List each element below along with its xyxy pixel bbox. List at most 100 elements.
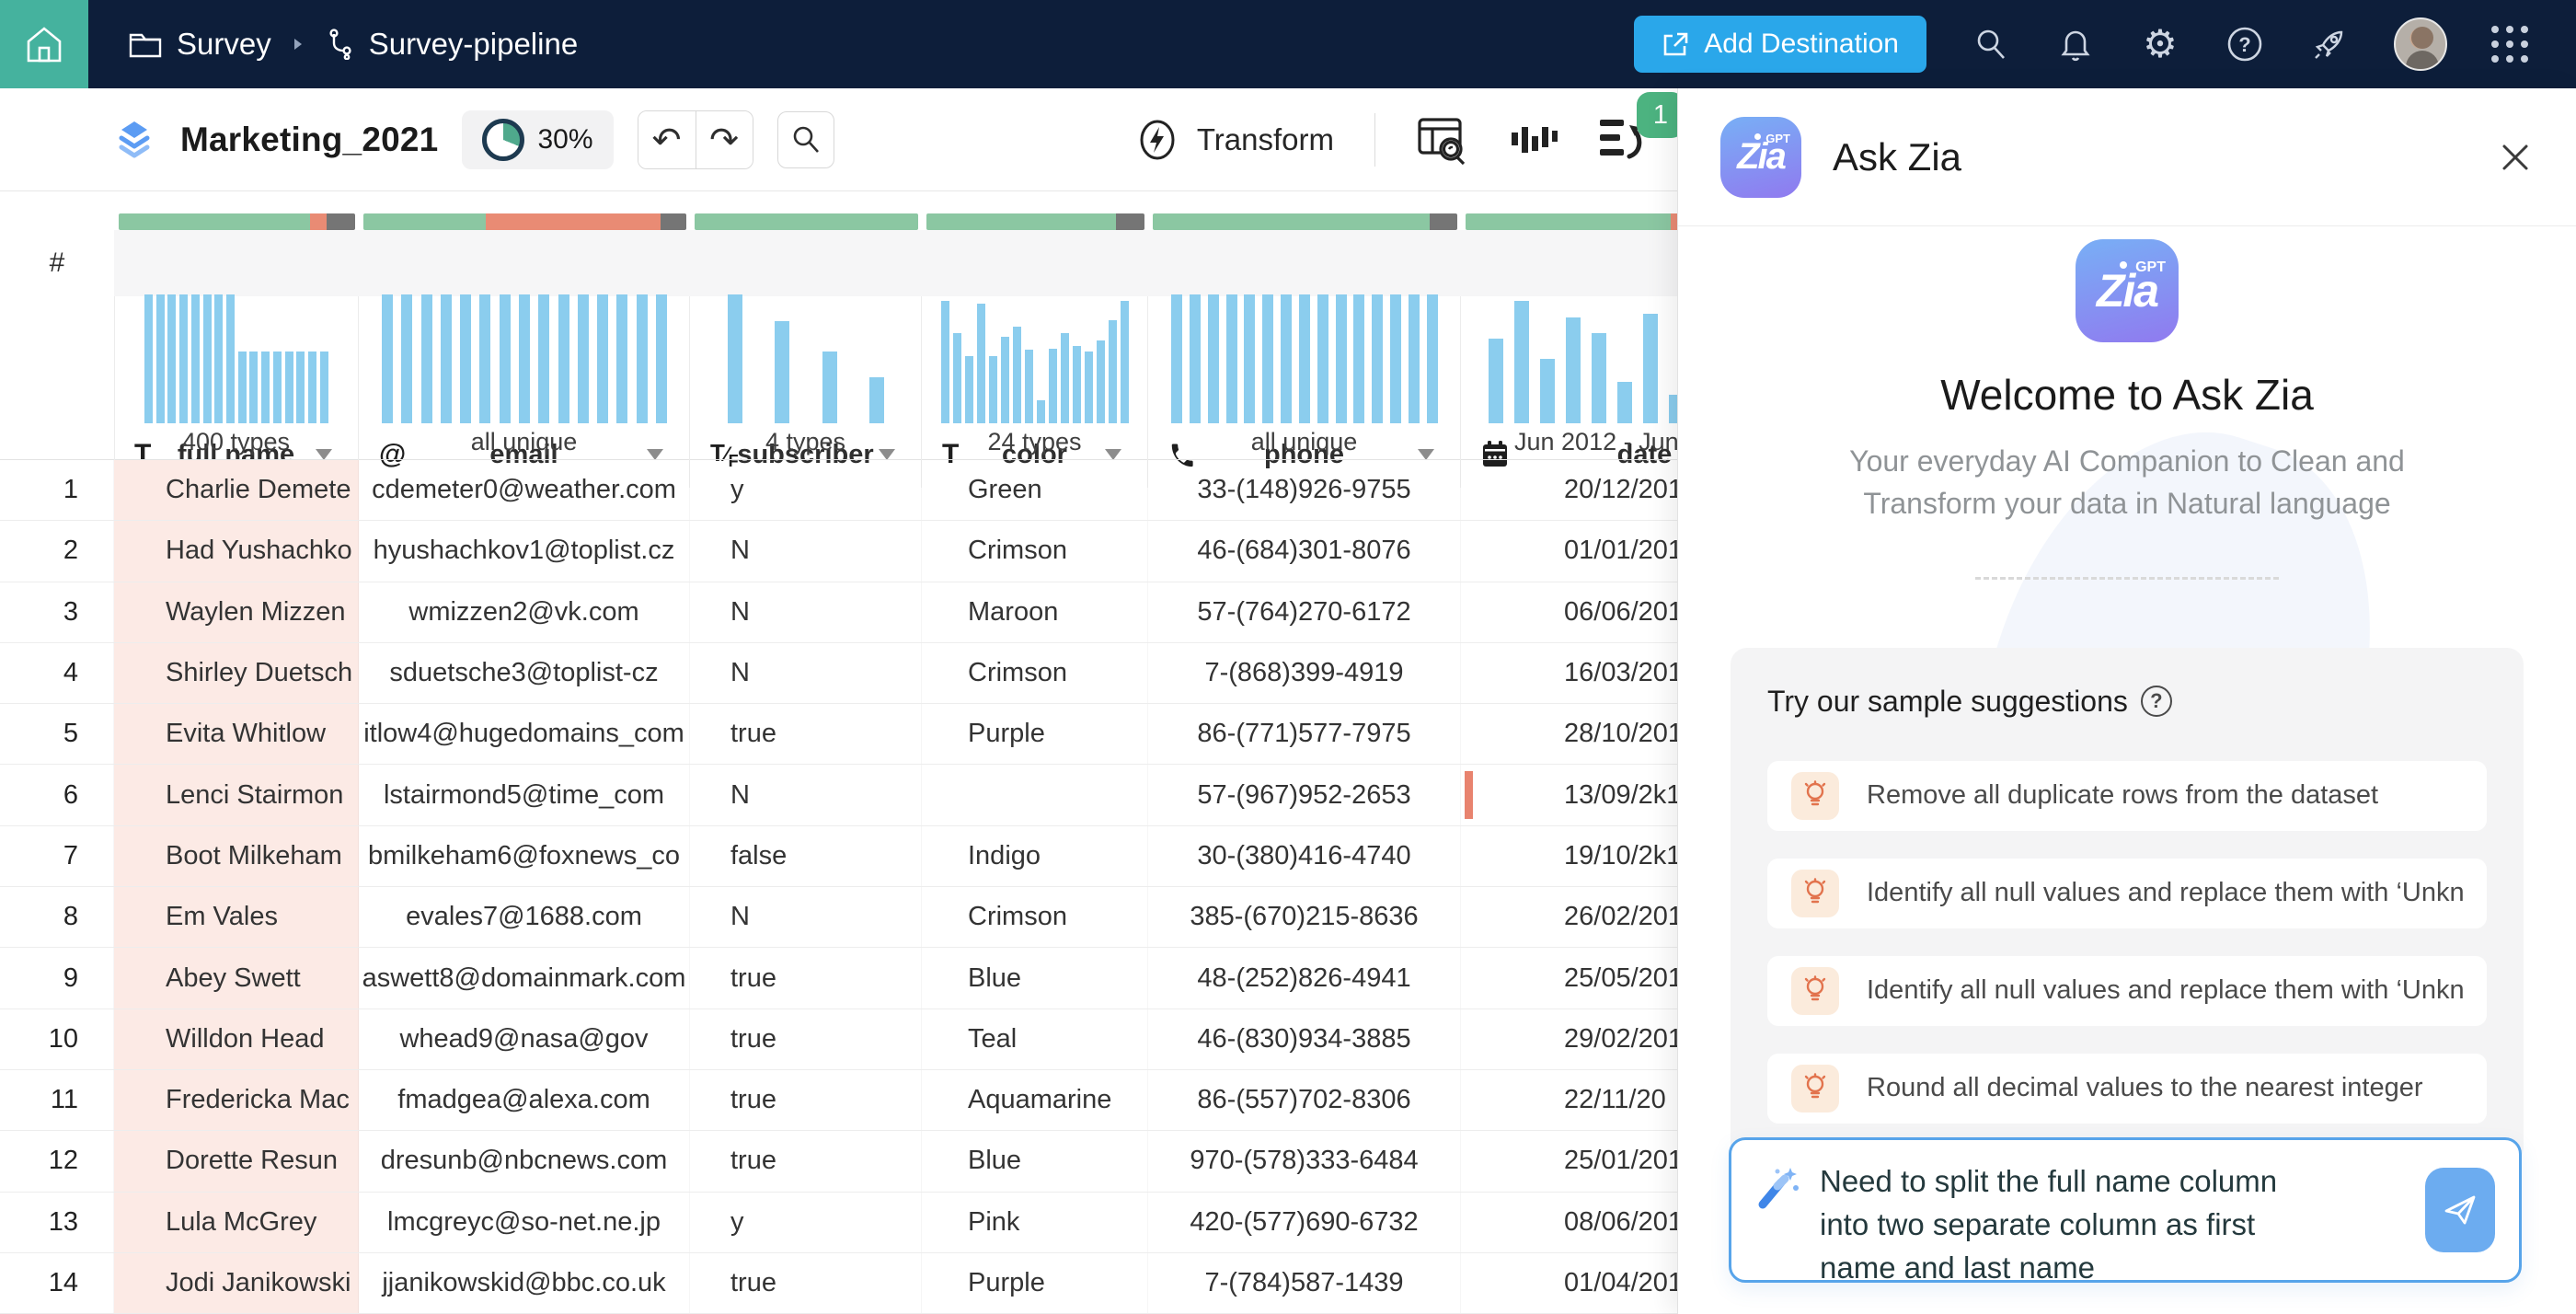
- cell-subscriber[interactable]: true: [690, 1009, 922, 1069]
- cell-phone[interactable]: 7-(784)587-1439: [1148, 1253, 1461, 1313]
- cell-num[interactable]: 14: [0, 1253, 114, 1313]
- cell-phone[interactable]: 57-(967)952-2653: [1148, 765, 1461, 824]
- search-icon[interactable]: [1971, 24, 2011, 64]
- cell-num[interactable]: 12: [0, 1131, 114, 1191]
- cell-full_name[interactable]: Lula McGrey: [114, 1193, 359, 1252]
- cell-subscriber[interactable]: true: [690, 948, 922, 1008]
- cell-full_name[interactable]: Waylen Mizzen: [114, 582, 359, 642]
- cell-phone[interactable]: 57-(764)270-6172: [1148, 582, 1461, 642]
- cell-num[interactable]: 2: [0, 521, 114, 581]
- cell-email[interactable]: dresunb@nbcnews.com: [359, 1131, 690, 1191]
- cell-phone[interactable]: 420-(577)690-6732: [1148, 1193, 1461, 1252]
- cell-full_name[interactable]: Had Yushachko: [114, 521, 359, 581]
- cell-full_name[interactable]: Dorette Resun: [114, 1131, 359, 1191]
- cell-date[interactable]: 06/06/201: [1461, 582, 1677, 642]
- cell-num[interactable]: 3: [0, 582, 114, 642]
- cell-subscriber[interactable]: N: [690, 582, 922, 642]
- cell-phone[interactable]: 86-(557)702-8306: [1148, 1070, 1461, 1130]
- column-histogram-color[interactable]: 24 types: [922, 296, 1148, 460]
- cell-email[interactable]: lmcgreyc@so-net.ne.jp: [359, 1193, 690, 1252]
- cell-date[interactable]: 20/12/201: [1461, 460, 1677, 520]
- cell-email[interactable]: itlow4@hugedomains_com: [359, 704, 690, 764]
- cell-num[interactable]: 1: [0, 460, 114, 520]
- cell-date[interactable]: 19/10/2k1: [1461, 826, 1677, 886]
- cell-full_name[interactable]: Fredericka Mac: [114, 1070, 359, 1130]
- cell-phone[interactable]: 48-(252)826-4941: [1148, 948, 1461, 1008]
- cell-num[interactable]: 8: [0, 887, 114, 947]
- cell-full_name[interactable]: Jodi Janikowski: [114, 1253, 359, 1313]
- breadcrumb-project[interactable]: Survey: [129, 27, 271, 62]
- zia-prompt-text[interactable]: Need to split the full name column into …: [1820, 1160, 2324, 1290]
- suggestion-item[interactable]: Remove all duplicate rows from the datas…: [1767, 761, 2487, 831]
- quality-bar-phone[interactable]: [1153, 213, 1457, 230]
- cell-email[interactable]: wmizzen2@vk.com: [359, 582, 690, 642]
- breadcrumb-pipeline[interactable]: Survey-pipeline: [325, 27, 578, 62]
- cell-email[interactable]: evales7@1688.com: [359, 887, 690, 947]
- cell-email[interactable]: sduetsche3@toplist-cz: [359, 643, 690, 703]
- cell-phone[interactable]: 46-(684)301-8076: [1148, 521, 1461, 581]
- cell-email[interactable]: cdemeter0@weather.com: [359, 460, 690, 520]
- cell-color[interactable]: Maroon: [922, 582, 1148, 642]
- cell-phone[interactable]: 46-(830)934-3885: [1148, 1009, 1461, 1069]
- cell-color[interactable]: Crimson: [922, 643, 1148, 703]
- cell-num[interactable]: 11: [0, 1070, 114, 1130]
- cell-color[interactable]: Pink: [922, 1193, 1148, 1252]
- redo-button[interactable]: ↷: [696, 111, 753, 168]
- cell-subscriber[interactable]: false: [690, 826, 922, 886]
- cell-num[interactable]: 13: [0, 1193, 114, 1252]
- cell-phone[interactable]: 30-(380)416-4740: [1148, 826, 1461, 886]
- cell-full_name[interactable]: Lenci Stairmon: [114, 765, 359, 824]
- send-button[interactable]: [2425, 1168, 2495, 1252]
- cell-color[interactable]: Blue: [922, 948, 1148, 1008]
- suggestions-help-icon[interactable]: ?: [2141, 686, 2172, 717]
- cell-color[interactable]: Crimson: [922, 887, 1148, 947]
- cell-phone[interactable]: 970-(578)333-6484: [1148, 1131, 1461, 1191]
- cell-subscriber[interactable]: N: [690, 521, 922, 581]
- cell-date[interactable]: 26/02/201: [1461, 887, 1677, 947]
- cell-subscriber[interactable]: N: [690, 643, 922, 703]
- cell-email[interactable]: whead9@nasa@gov: [359, 1009, 690, 1069]
- column-histogram-email[interactable]: all unique: [359, 296, 690, 460]
- transform-button[interactable]: Transform: [1134, 117, 1334, 163]
- cell-date[interactable]: 01/04/201: [1461, 1253, 1677, 1313]
- column-histogram-phone[interactable]: all unique: [1148, 296, 1461, 460]
- home-button[interactable]: [0, 0, 88, 88]
- quality-bar-email[interactable]: [363, 213, 686, 230]
- cell-full_name[interactable]: Charlie Demete: [114, 460, 359, 520]
- cell-subscriber[interactable]: N: [690, 887, 922, 947]
- quality-bar-full_name[interactable]: [119, 213, 355, 230]
- apps-grid-icon[interactable]: [2491, 26, 2528, 63]
- cell-full_name[interactable]: Boot Milkeham: [114, 826, 359, 886]
- cell-color[interactable]: [922, 765, 1148, 824]
- quality-progress-badge[interactable]: 30%: [462, 110, 613, 169]
- suggestion-item[interactable]: Identify all null values and replace the…: [1767, 859, 2487, 928]
- cell-color[interactable]: Teal: [922, 1009, 1148, 1069]
- cell-email[interactable]: lstairmond5@time_com: [359, 765, 690, 824]
- undo-button[interactable]: ↶: [638, 111, 696, 168]
- cell-color[interactable]: Blue: [922, 1131, 1148, 1191]
- cell-date[interactable]: 08/06/201: [1461, 1193, 1677, 1252]
- cell-color[interactable]: Indigo: [922, 826, 1148, 886]
- cell-phone[interactable]: 33-(148)926-9755: [1148, 460, 1461, 520]
- cell-subscriber[interactable]: true: [690, 1131, 922, 1191]
- zia-chat-input-box[interactable]: Need to split the full name column into …: [1729, 1137, 2522, 1283]
- cell-date[interactable]: 01/01/201: [1461, 521, 1677, 581]
- cell-subscriber[interactable]: true: [690, 704, 922, 764]
- cell-num[interactable]: 10: [0, 1009, 114, 1069]
- cell-date[interactable]: 22/11/20: [1461, 1070, 1677, 1130]
- rocket-icon[interactable]: [2309, 24, 2350, 64]
- applied-steps-button[interactable]: 1: [1598, 116, 1651, 164]
- column-histogram-subscriber[interactable]: 4 types: [690, 296, 922, 460]
- cell-full_name[interactable]: Abey Swett: [114, 948, 359, 1008]
- cell-date[interactable]: 29/02/201: [1461, 1009, 1677, 1069]
- cell-subscriber[interactable]: true: [690, 1253, 922, 1313]
- table-search-button[interactable]: [777, 111, 834, 168]
- cell-email[interactable]: jjanikowskid@bbc.co.uk: [359, 1253, 690, 1313]
- cell-full_name[interactable]: Shirley Duetsch: [114, 643, 359, 703]
- column-histogram-full_name[interactable]: 400 types: [114, 296, 359, 460]
- cell-date[interactable]: 25/01/201: [1461, 1131, 1677, 1191]
- cell-email[interactable]: aswett8@domainmark.com: [359, 948, 690, 1008]
- cell-num[interactable]: 4: [0, 643, 114, 703]
- settings-gear-icon[interactable]: ⚙: [2140, 24, 2180, 64]
- cell-phone[interactable]: 385-(670)215-8636: [1148, 887, 1461, 947]
